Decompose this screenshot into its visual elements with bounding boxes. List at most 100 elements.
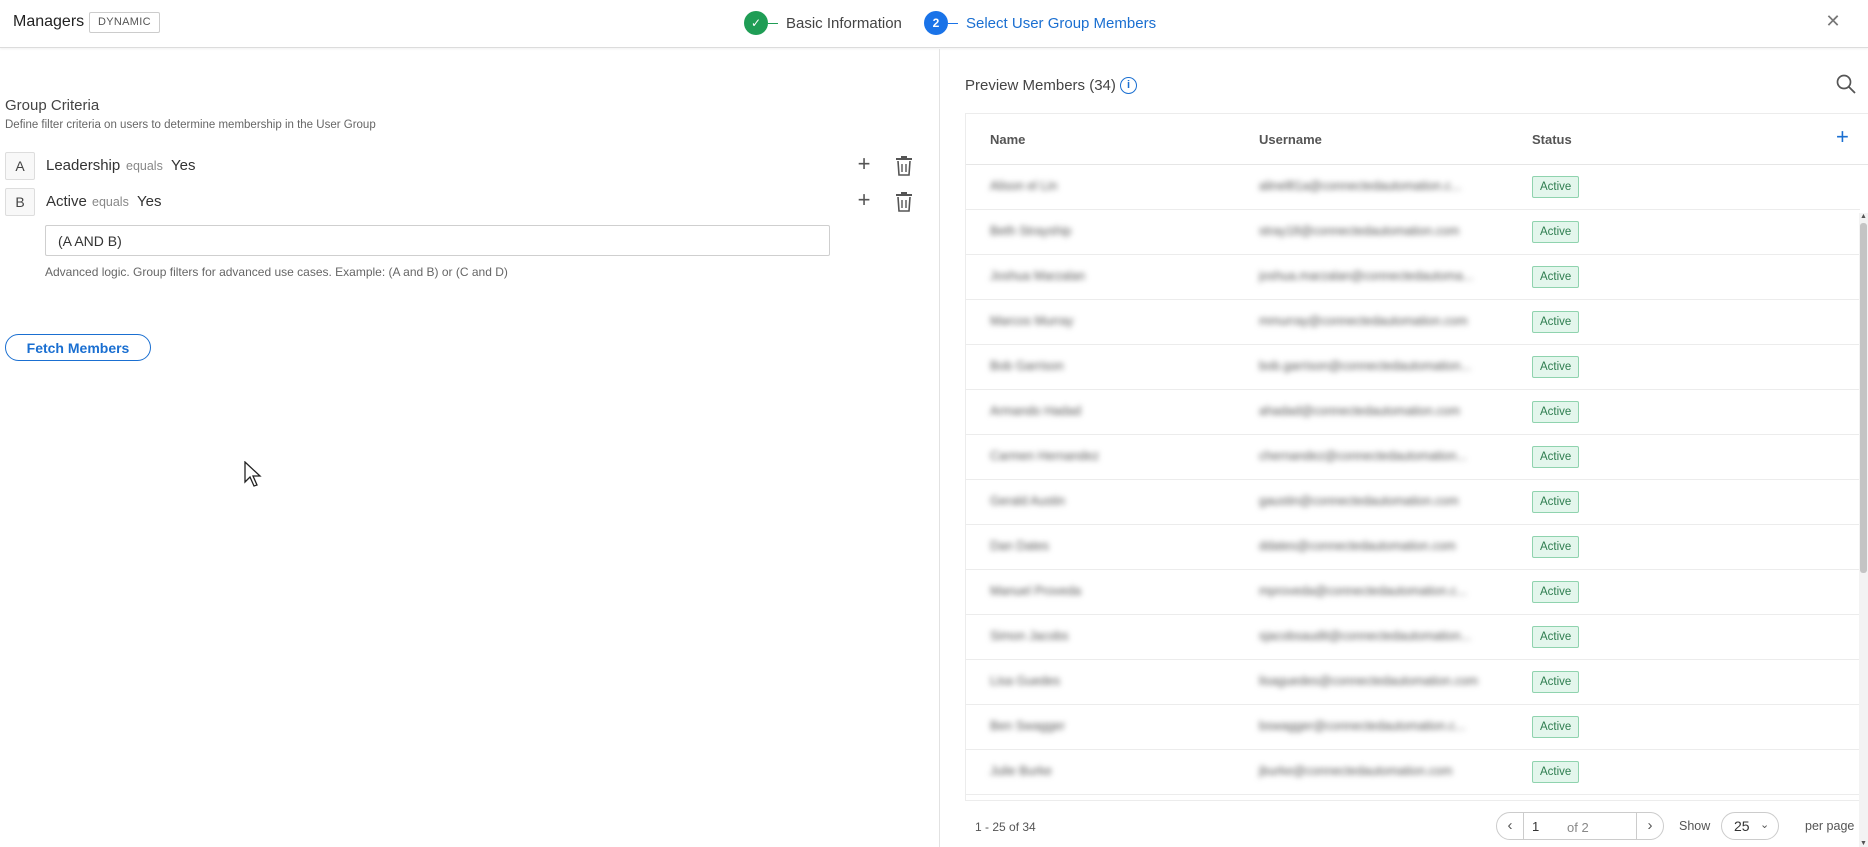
table-row[interactable]: Ben Swagger bswagger@connectedautomation.… (966, 705, 1860, 750)
criteria-panel: Group Criteria Define filter criteria on… (0, 49, 940, 847)
member-username: bswagger@connectedautomation.c... (1259, 719, 1466, 733)
show-label: Show (1679, 819, 1711, 833)
status-badge: Active (1532, 761, 1580, 783)
table-row[interactable]: Armando Hadad ahadad@connectedautomation.… (966, 390, 1860, 435)
trash-icon[interactable] (894, 155, 914, 177)
table-row[interactable]: Marcos Murray mmurray@connectedautomation… (966, 300, 1860, 345)
member-name: Ben Swagger (990, 719, 1066, 733)
table-row[interactable]: Lisa Guedes lisaguedes@connectedautomatio… (966, 660, 1860, 705)
criteria-field[interactable]: Active (46, 193, 87, 210)
member-username: joshua.marzalan@connectedautoma... (1259, 269, 1474, 283)
search-icon[interactable] (1835, 73, 1857, 95)
table-row[interactable]: Manuel Proveda mproveda@connectedautomati… (966, 570, 1860, 615)
table-row[interactable]: Gerald Austin gaustin@connectedautomation… (966, 480, 1860, 525)
table-row[interactable]: Joshua Marzalan joshua.marzalan@connected… (966, 255, 1860, 300)
criteria-row-b: B Active equals Yes + (5, 188, 925, 216)
status-badge: Active (1532, 356, 1580, 378)
chevron-left-icon[interactable]: ‹ (1496, 812, 1524, 840)
member-username: bob.garrison@connectedautomation... (1259, 359, 1472, 373)
step-number: 2 (924, 11, 948, 35)
table-header: Name Username Status + (966, 114, 1868, 165)
add-column-icon[interactable]: + (1836, 126, 1849, 148)
fetch-members-button[interactable]: Fetch Members (5, 334, 151, 361)
pagination-footer: 1 - 25 of 34 ‹ 1 of 2 › Show 25 ⌄ per pa… (965, 809, 1868, 847)
table-scrollbar[interactable]: ▲ ▼ (1859, 213, 1868, 847)
member-name: Carmen Hernandez (990, 449, 1100, 463)
table-row[interactable]: Simon Jacobs sjacobsaudit@connectedautoma… (966, 615, 1860, 660)
table-row[interactable]: Bob Garrison bob.garrison@connectedautoma… (966, 345, 1860, 390)
trash-icon[interactable] (894, 191, 914, 213)
member-name: Bob Garrison (990, 359, 1064, 373)
status-badge: Active (1532, 671, 1580, 693)
status-badge: Active (1532, 311, 1580, 333)
member-name: Beth Strayship (990, 224, 1072, 238)
criteria-description: Define filter criteria on users to deter… (5, 119, 376, 131)
column-header-username[interactable]: Username (1259, 132, 1322, 147)
table-row[interactable]: Dan Dates ddates@connectedautomation.com A… (966, 525, 1860, 570)
member-username: mmurray@connectedautomation.com (1259, 314, 1468, 328)
advanced-logic-input[interactable] (45, 225, 830, 256)
member-name: Armando Hadad (990, 404, 1082, 418)
page-total: of 2 (1567, 820, 1589, 835)
member-name: Julie Burke (990, 764, 1052, 778)
member-username: mproveda@connectedautomation.c... (1259, 584, 1467, 598)
member-name: Alison el Lin (990, 179, 1058, 193)
preview-members-title: Preview Members (34) (965, 77, 1116, 94)
column-header-status[interactable]: Status (1532, 132, 1572, 147)
criteria-value[interactable]: Yes (171, 157, 195, 174)
status-badge: Active (1532, 221, 1580, 243)
column-header-name[interactable]: Name (990, 132, 1025, 147)
table-row[interactable]: Julie Burke jburke@connectedautomation.co… (966, 750, 1860, 795)
status-badge: Active (1532, 716, 1580, 738)
pagination-range: 1 - 25 of 34 (975, 820, 1036, 834)
member-name: Marcos Murray (990, 314, 1074, 328)
member-name: Gerald Austin (990, 494, 1066, 508)
status-badge: Active (1532, 581, 1580, 603)
wizard-header: Managers DYNAMIC ✓ Basic Information 2 S… (0, 0, 1868, 48)
criteria-field[interactable]: Leadership (46, 157, 120, 174)
member-username: ahadad@connectedautomation.com (1259, 404, 1461, 418)
member-username: lisaguedes@connectedautomation.com (1259, 674, 1479, 688)
add-criteria-icon[interactable]: + (853, 189, 875, 212)
add-criteria-icon[interactable]: + (853, 153, 875, 176)
criteria-operator[interactable]: equals (92, 195, 129, 209)
per-page-select[interactable]: 25 ⌄ (1721, 812, 1779, 840)
table-row[interactable]: Carmen Hernandez chernandez@connectedauto… (966, 435, 1860, 480)
step-connector (948, 22, 958, 24)
status-badge: Active (1532, 536, 1580, 558)
advanced-logic-help: Advanced logic. Group filters for advanc… (45, 265, 508, 279)
info-icon[interactable]: i (1120, 77, 1137, 94)
criteria-operator[interactable]: equals (126, 159, 163, 173)
status-badge: Active (1532, 401, 1580, 423)
criteria-letter: B (5, 188, 35, 216)
criteria-value[interactable]: Yes (137, 193, 161, 210)
status-badge: Active (1532, 626, 1580, 648)
criteria-row-a: A Leadership equals Yes + (5, 152, 925, 180)
scroll-up-icon[interactable]: ▲ (1859, 213, 1868, 220)
step-label: Basic Information (786, 14, 902, 32)
per-page-value: 25 (1734, 818, 1750, 834)
chevron-down-icon: ⌄ (1760, 819, 1770, 831)
step-basic-information[interactable]: ✓ Basic Information (744, 10, 902, 36)
page-number[interactable]: 1 (1532, 819, 1539, 834)
table-body: Alison el Lin alinel81a@connectedautomati… (966, 165, 1860, 795)
member-username: chernandez@connectedautomation... (1259, 449, 1467, 463)
per-page-label: per page (1805, 819, 1855, 833)
member-username: alinel81a@connectedautomation.c... (1259, 179, 1462, 193)
mouse-cursor-icon (244, 461, 262, 487)
scroll-thumb[interactable] (1860, 223, 1867, 573)
status-badge: Active (1532, 176, 1580, 198)
chevron-right-icon[interactable]: › (1636, 812, 1664, 840)
member-username: sjacobsaudit@connectedautomation... (1259, 629, 1472, 643)
page-input[interactable]: 1 of 2 (1524, 812, 1636, 840)
status-badge: Active (1532, 491, 1580, 513)
step-select-members[interactable]: 2 Select User Group Members (924, 10, 1156, 36)
step-label: Select User Group Members (966, 14, 1157, 32)
member-username: ddates@connectedautomation.com (1259, 539, 1456, 553)
dynamic-badge: DYNAMIC (89, 12, 160, 33)
check-icon: ✓ (744, 11, 768, 35)
table-row[interactable]: Beth Strayship stray18@connectedautomatio… (966, 210, 1860, 255)
close-icon[interactable]: ✕ (1822, 10, 1844, 32)
member-name: Lisa Guedes (990, 674, 1061, 688)
table-row[interactable]: Alison el Lin alinel81a@connectedautomati… (966, 165, 1860, 210)
